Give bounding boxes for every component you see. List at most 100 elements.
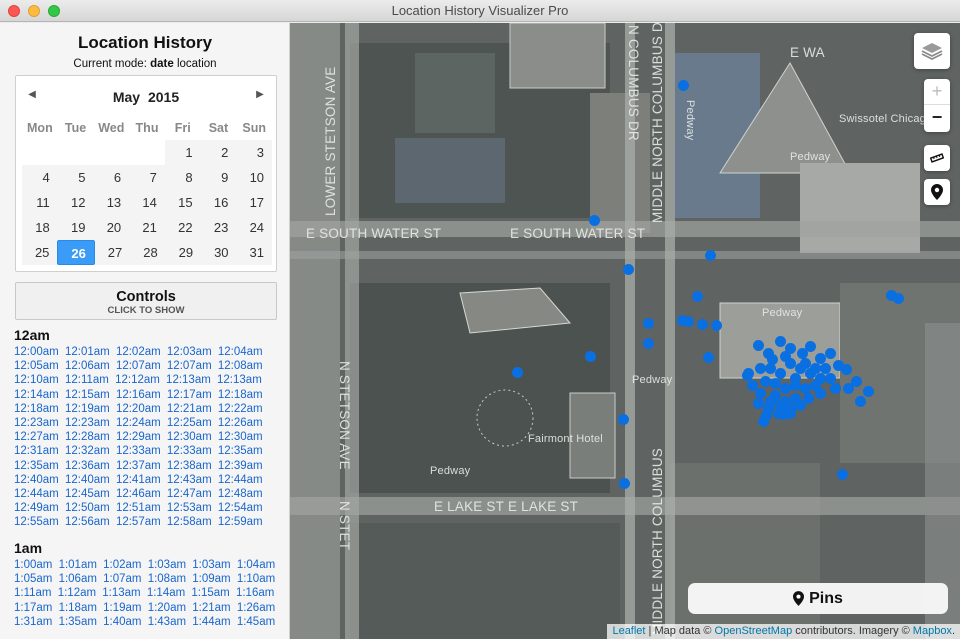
location-marker[interactable]: [893, 293, 904, 304]
time-link[interactable]: 1:12am: [58, 587, 96, 599]
time-link[interactable]: 12:05am: [14, 360, 59, 372]
time-link[interactable]: 12:49am: [14, 502, 59, 514]
time-link[interactable]: 12:29am: [116, 431, 161, 443]
time-link[interactable]: 1:03am: [192, 559, 230, 571]
time-link[interactable]: 12:12am: [115, 374, 160, 386]
time-link[interactable]: 12:44am: [218, 474, 263, 486]
mapbox-link[interactable]: Mapbox: [913, 625, 952, 637]
marker-tool-button[interactable]: [924, 179, 950, 205]
location-marker[interactable]: [753, 340, 764, 351]
location-marker[interactable]: [711, 320, 722, 331]
location-marker[interactable]: [589, 215, 600, 226]
calendar-day[interactable]: 21: [129, 215, 165, 240]
calendar-day[interactable]: 31: [236, 240, 272, 265]
calendar-day[interactable]: 20: [93, 215, 130, 240]
time-link[interactable]: 12:20am: [116, 403, 161, 415]
calendar-day[interactable]: 12: [57, 190, 94, 215]
location-marker[interactable]: [743, 368, 754, 379]
time-link[interactable]: 12:31am: [14, 445, 59, 457]
time-link[interactable]: 12:23am: [14, 417, 59, 429]
time-link[interactable]: 1:43am: [148, 616, 186, 628]
time-link[interactable]: 12:47am: [167, 488, 212, 500]
time-link[interactable]: 12:01am: [65, 346, 110, 358]
time-link[interactable]: 1:31am: [14, 616, 52, 628]
time-link[interactable]: 12:00am: [14, 346, 59, 358]
calendar-day[interactable]: 14: [129, 190, 165, 215]
time-link[interactable]: 1:04am: [237, 559, 275, 571]
calendar-day[interactable]: 4: [22, 165, 58, 190]
time-link[interactable]: 12:30am: [218, 431, 263, 443]
location-marker[interactable]: [780, 351, 791, 362]
time-link[interactable]: 12:38am: [167, 460, 212, 472]
time-link[interactable]: 12:18am: [218, 389, 263, 401]
location-marker[interactable]: [803, 393, 814, 404]
time-link[interactable]: 12:55am: [14, 516, 59, 528]
time-link[interactable]: 12:35am: [14, 460, 59, 472]
calendar-day[interactable]: 23: [200, 215, 237, 240]
location-marker[interactable]: [773, 408, 784, 419]
time-link[interactable]: 1:13am: [102, 587, 140, 599]
time-link[interactable]: 1:20am: [148, 602, 186, 614]
location-marker[interactable]: [805, 341, 816, 352]
time-link[interactable]: 12:19am: [65, 403, 110, 415]
time-link[interactable]: 1:18am: [59, 602, 97, 614]
time-link[interactable]: 12:50am: [65, 502, 110, 514]
location-marker[interactable]: [815, 388, 826, 399]
time-link[interactable]: 1:03am: [148, 559, 186, 571]
location-marker[interactable]: [585, 351, 596, 362]
location-marker[interactable]: [705, 250, 716, 261]
time-link[interactable]: 12:39am: [218, 460, 263, 472]
time-link[interactable]: 1:10am: [237, 573, 275, 585]
calendar-day[interactable]: 10: [236, 165, 273, 190]
calendar-day[interactable]: 7: [129, 165, 165, 190]
location-marker[interactable]: [767, 354, 778, 365]
time-link[interactable]: 12:56am: [65, 516, 110, 528]
location-marker[interactable]: [761, 410, 772, 421]
location-marker[interactable]: [855, 396, 866, 407]
calendar-day[interactable]: 13: [93, 190, 130, 215]
calendar-day[interactable]: 22: [164, 215, 201, 240]
location-marker[interactable]: [785, 408, 796, 419]
time-link[interactable]: 12:17am: [167, 389, 212, 401]
calendar-day[interactable]: 27: [94, 240, 131, 265]
time-link[interactable]: 1:06am: [59, 573, 97, 585]
time-link[interactable]: 12:51am: [116, 502, 161, 514]
time-link[interactable]: 12:02am: [116, 346, 161, 358]
location-marker[interactable]: [830, 383, 841, 394]
calendar-day[interactable]: 8: [164, 165, 201, 190]
map-view[interactable]: LOWER STETSON AVE E SOUTH WATER ST E SOU…: [290, 23, 960, 639]
location-marker[interactable]: [678, 80, 689, 91]
calendar-day[interactable]: 3: [236, 140, 273, 165]
time-link[interactable]: 1:02am: [103, 559, 141, 571]
time-link[interactable]: 12:25am: [167, 417, 212, 429]
time-link[interactable]: 12:23am: [65, 417, 110, 429]
location-marker[interactable]: [643, 338, 654, 349]
controls-toggle[interactable]: Controls CLICK TO SHOW: [15, 282, 277, 320]
time-link[interactable]: 12:33am: [167, 445, 212, 457]
time-link[interactable]: 1:07am: [103, 573, 141, 585]
calendar-day[interactable]: 28: [130, 240, 166, 265]
time-link[interactable]: 12:41am: [116, 474, 161, 486]
calendar-day[interactable]: 29: [165, 240, 202, 265]
pins-button[interactable]: Pins: [688, 583, 948, 614]
time-link[interactable]: 1:15am: [191, 587, 229, 599]
location-marker[interactable]: [837, 469, 848, 480]
time-link[interactable]: 12:14am: [14, 389, 59, 401]
time-link[interactable]: 12:24am: [116, 417, 161, 429]
time-link[interactable]: 12:11am: [65, 374, 109, 386]
location-marker[interactable]: [619, 478, 630, 489]
calendar-day[interactable]: 15: [164, 190, 201, 215]
location-marker[interactable]: [790, 373, 801, 384]
time-link[interactable]: 12:15am: [65, 389, 110, 401]
calendar-day[interactable]: 2: [200, 140, 237, 165]
time-link[interactable]: 12:04am: [218, 346, 263, 358]
time-link[interactable]: 12:27am: [14, 431, 59, 443]
time-link[interactable]: 12:35am: [218, 445, 263, 457]
time-link[interactable]: 1:14am: [147, 587, 185, 599]
time-link[interactable]: 1:21am: [192, 602, 230, 614]
calendar-day[interactable]: 6: [93, 165, 130, 190]
time-link[interactable]: 12:59am: [218, 516, 263, 528]
time-link[interactable]: 1:11am: [14, 587, 52, 599]
time-link[interactable]: 12:45am: [65, 488, 110, 500]
time-link[interactable]: 12:44am: [14, 488, 59, 500]
